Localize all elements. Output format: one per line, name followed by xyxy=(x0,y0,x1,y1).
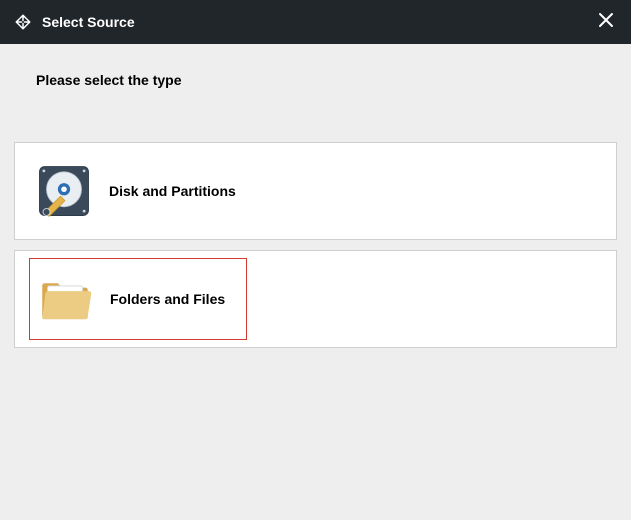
titlebar-left: Select Source xyxy=(14,13,135,31)
options-list: Disk and Partitions Folders and Files xyxy=(14,142,617,348)
folder-icon xyxy=(34,268,96,330)
option-label: Disk and Partitions xyxy=(109,183,236,199)
close-button[interactable] xyxy=(593,9,619,35)
select-source-dialog: Select Source Please select the type xyxy=(0,0,631,520)
titlebar: Select Source xyxy=(0,0,631,44)
prompt-text: Please select the type xyxy=(14,44,617,88)
option-inner: Disk and Partitions xyxy=(29,150,244,232)
option-folders-files[interactable]: Folders and Files xyxy=(14,250,617,348)
option-disk-partitions[interactable]: Disk and Partitions xyxy=(14,142,617,240)
dialog-body: Please select the type xyxy=(0,44,631,520)
close-icon xyxy=(598,12,614,33)
option-inner: Folders and Files xyxy=(29,258,247,340)
disk-icon xyxy=(33,160,95,222)
app-icon xyxy=(14,13,32,31)
option-label: Folders and Files xyxy=(110,291,225,307)
dialog-title: Select Source xyxy=(42,14,135,30)
